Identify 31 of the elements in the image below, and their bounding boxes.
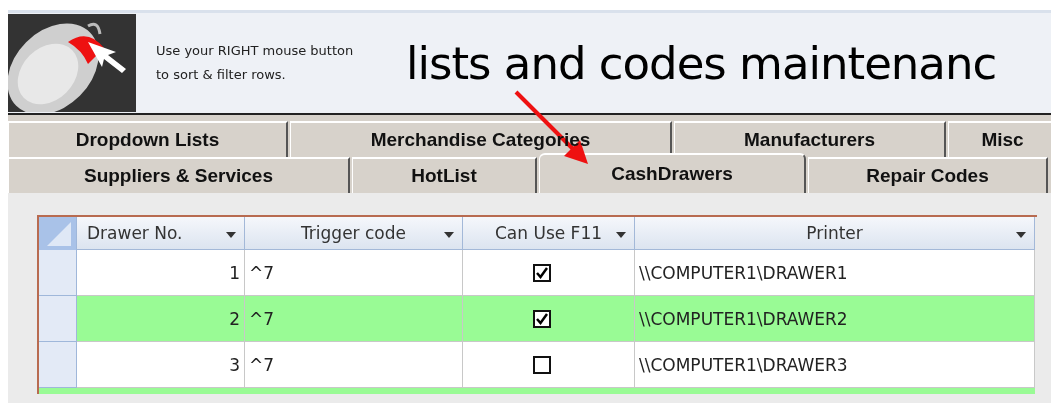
tab[interactable]: HotList	[352, 157, 537, 193]
column-header[interactable]: Printer	[635, 217, 1035, 250]
column-header[interactable]: Trigger code	[245, 217, 463, 250]
table-cell: 3	[77, 342, 245, 388]
dropdown-caret-icon[interactable]	[226, 232, 236, 238]
column-header[interactable]: Drawer No.	[77, 217, 245, 250]
checkmark-icon	[536, 266, 548, 279]
tab[interactable]: Dropdown Lists	[8, 121, 288, 157]
page-title: lists and codes maintenanc	[406, 36, 997, 90]
table-cell: \\COMPUTER1\DRAWER3	[635, 342, 1035, 388]
column-header[interactable]: Can Use F11	[463, 217, 635, 250]
table-cell: ^7	[245, 296, 463, 342]
tab[interactable]: Misc	[948, 121, 1051, 157]
checkbox[interactable]	[533, 355, 551, 374]
hint-text: Use your RIGHT mouse button to sort & filter rows.	[156, 42, 355, 84]
dropdown-caret-icon[interactable]	[1016, 232, 1026, 238]
checkmark-icon	[536, 312, 548, 325]
table-cell: \\COMPUTER1\DRAWER1	[635, 250, 1035, 296]
table-cell: ^7	[245, 342, 463, 388]
table-cell: 1	[77, 250, 245, 296]
checkbox[interactable]	[533, 309, 551, 328]
dropdown-caret-icon[interactable]	[616, 232, 626, 238]
table-cell: \\COMPUTER1\DRAWER2	[635, 296, 1035, 342]
table-cell: 2	[77, 296, 245, 342]
tab[interactable]: Repair Codes	[808, 157, 1048, 193]
dropdown-caret-icon[interactable]	[444, 232, 454, 238]
tab[interactable]: Manufacturers	[674, 121, 946, 157]
tab[interactable]: CashDrawers	[539, 153, 806, 193]
checkbox[interactable]	[533, 263, 551, 282]
tab[interactable]: Suppliers & Services	[8, 157, 350, 193]
table-cell: ^7	[245, 250, 463, 296]
